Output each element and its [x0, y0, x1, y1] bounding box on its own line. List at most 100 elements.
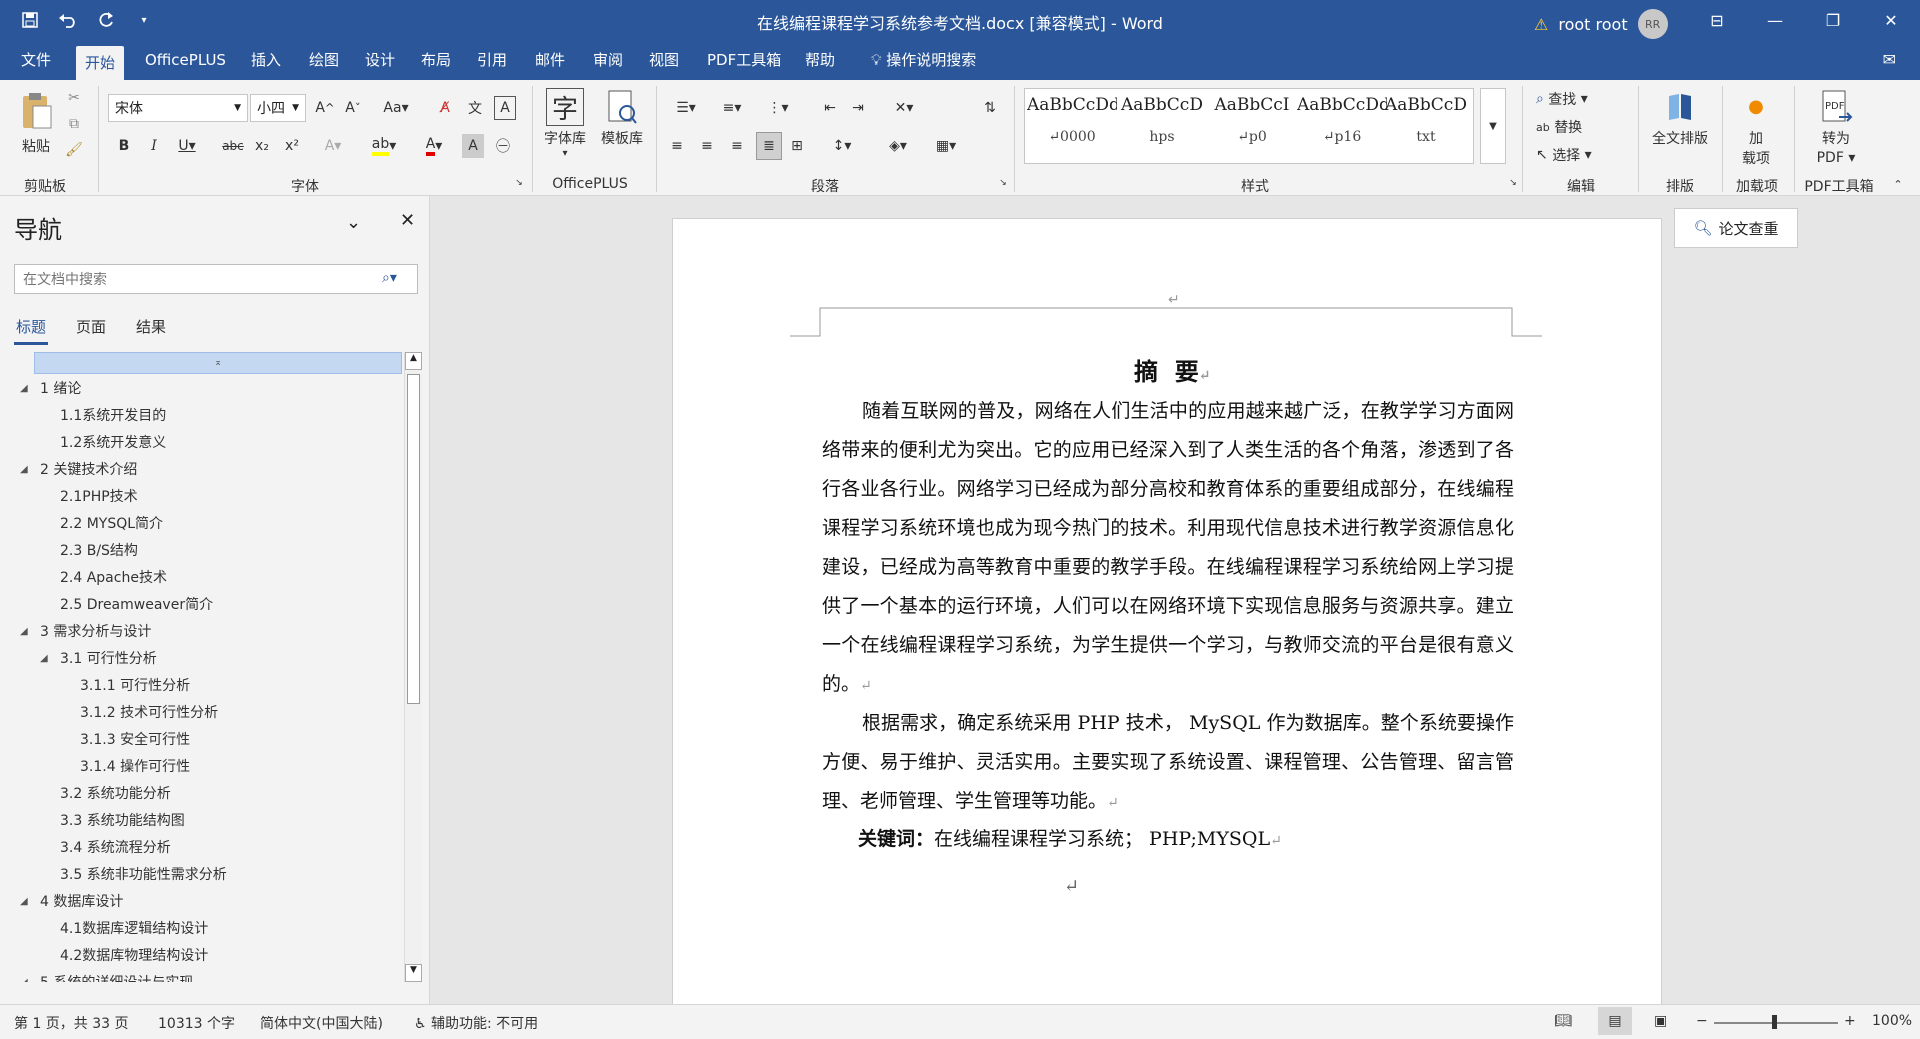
styles-dialog-launcher-icon[interactable]: ↘: [1506, 176, 1520, 190]
nav-close-icon[interactable]: ✕: [400, 210, 415, 231]
pdf-icon[interactable]: PDF: [1816, 88, 1856, 126]
justify-icon[interactable]: ≣: [756, 132, 782, 160]
tab-home[interactable]: 开始: [76, 46, 125, 80]
line-spacing-icon[interactable]: ↕▾: [822, 134, 862, 158]
bullets-icon[interactable]: ☰▾: [666, 96, 706, 120]
nav-heading-item[interactable]: 3.1.3 安全可行性: [12, 727, 402, 753]
nav-heading-item[interactable]: 2.2 MYSQL简介: [12, 511, 402, 537]
style-p0[interactable]: AaBbCcI ↵p0: [1207, 95, 1297, 145]
chinese-layout-icon[interactable]: ✕▾: [884, 96, 924, 120]
nav-heading-item[interactable]: 4.2数据库物理结构设计: [12, 943, 402, 969]
template-library-button[interactable]: 模板库: [594, 128, 650, 148]
enclose-char-icon[interactable]: ㊀: [492, 134, 514, 158]
tab-help[interactable]: 帮助: [796, 40, 844, 80]
expand-triangle-icon[interactable]: ◢: [20, 457, 28, 483]
cut-icon[interactable]: ✂: [64, 88, 84, 108]
nav-heading-item[interactable]: ◢ 5 系统的详细设计与实现: [12, 970, 402, 982]
font-library-button[interactable]: 字体库: [540, 128, 590, 148]
tell-me-search[interactable]: 💡︎ 操作说明搜索: [862, 40, 985, 80]
full-layout-button[interactable]: 全文排版: [1646, 128, 1714, 148]
font-color-icon[interactable]: A ▾: [414, 134, 454, 158]
align-right-icon[interactable]: ≡: [726, 134, 748, 158]
zoom-slider-thumb[interactable]: [1772, 1015, 1777, 1029]
zoom-level[interactable]: 100%: [1872, 1013, 1912, 1029]
tab-layout[interactable]: 布局: [412, 40, 460, 80]
tab-design[interactable]: 设计: [356, 40, 404, 80]
page-count[interactable]: 第 1 页，共 33 页: [14, 1013, 129, 1033]
nav-heading-item[interactable]: ◢ 3 需求分析与设计: [12, 619, 402, 645]
customize-qat-icon[interactable]: ▾: [132, 8, 156, 32]
nav-heading-item[interactable]: ◢ 1 绪论: [12, 376, 402, 402]
tab-mailings[interactable]: 邮件: [526, 40, 574, 80]
multilevel-list-icon[interactable]: ⋮▾: [758, 96, 798, 120]
nav-heading-item[interactable]: 2.1PHP技术: [12, 484, 402, 510]
collapse-ribbon-icon[interactable]: ⌃: [1890, 176, 1906, 192]
sort-icon[interactable]: ⇅: [978, 96, 1002, 120]
style-hps[interactable]: AaBbCcD hps: [1117, 95, 1207, 145]
nav-tab-pages[interactable]: 页面: [76, 316, 106, 337]
close-icon[interactable]: ✕: [1862, 0, 1920, 40]
subscript-icon[interactable]: x₂: [252, 134, 272, 158]
clear-format-icon[interactable]: A̸: [434, 96, 456, 120]
char-border-icon[interactable]: A: [494, 96, 516, 120]
restore-icon[interactable]: ❐: [1804, 0, 1862, 40]
char-shading-icon[interactable]: A: [462, 134, 484, 158]
format-painter-icon[interactable]: 🖌︎: [64, 140, 84, 160]
styles-more-icon[interactable]: ▼: [1480, 88, 1506, 164]
font-dialog-launcher-icon[interactable]: ↘: [512, 176, 526, 190]
chevron-down-icon[interactable]: ▾: [540, 146, 590, 160]
borders-icon[interactable]: ▦▾: [926, 134, 966, 158]
nav-heading-item[interactable]: 1.2系统开发意义: [12, 430, 402, 456]
style-txt[interactable]: AaBbCcD txt: [1381, 95, 1471, 145]
full-layout-icon[interactable]: [1660, 90, 1700, 124]
find-button[interactable]: ⌕ 查找 ▾: [1536, 88, 1626, 110]
expand-triangle-icon[interactable]: ◢: [20, 619, 28, 645]
share-icon[interactable]: ✉: [1883, 50, 1896, 69]
nav-options-icon[interactable]: ⌄: [346, 212, 361, 233]
underline-icon[interactable]: U▾: [172, 134, 202, 158]
convert-pdf-line2[interactable]: PDF ▾: [1806, 148, 1866, 168]
shading-icon[interactable]: ◈▾: [878, 134, 918, 158]
nav-heading-item[interactable]: 3.1.1 可行性分析: [12, 673, 402, 699]
nav-heading-item[interactable]: 4.1数据库逻辑结构设计: [12, 916, 402, 942]
superscript-icon[interactable]: x²: [282, 134, 302, 158]
distributed-icon[interactable]: ⊞: [786, 134, 808, 158]
tab-pdf-toolbox[interactable]: PDF工具箱: [698, 40, 790, 80]
nav-heading-item[interactable]: 2.5 Dreamweaver简介: [12, 592, 402, 618]
tab-references[interactable]: 引用: [468, 40, 516, 80]
nav-heading-item[interactable]: 1.1系统开发目的: [12, 403, 402, 429]
highlight-icon[interactable]: ab ▾: [364, 134, 404, 158]
replace-button[interactable]: ab 替换: [1536, 116, 1626, 138]
tab-officeplus[interactable]: OfficePLUS: [136, 40, 235, 80]
paragraph-dialog-launcher-icon[interactable]: ↘: [996, 176, 1010, 190]
accessibility-status[interactable]: ♿︎ 辅助功能: 不可用: [414, 1013, 538, 1033]
italic-icon[interactable]: I: [144, 134, 164, 158]
font-size-combo[interactable]: 小四 ▼: [250, 94, 306, 122]
grow-font-icon[interactable]: A ^: [314, 96, 336, 120]
nav-heading-item[interactable]: ◢ 4 数据库设计: [12, 889, 402, 915]
expand-triangle-icon[interactable]: ◢: [20, 889, 28, 915]
search-icon[interactable]: ⌕▾: [382, 270, 397, 286]
style-0000[interactable]: AaBbCcDd ↵0000: [1027, 95, 1117, 145]
expand-triangle-icon[interactable]: ◢: [20, 970, 28, 982]
redo-icon[interactable]: [94, 8, 118, 32]
nav-heading-item[interactable]: 3.4 系统流程分析: [12, 835, 402, 861]
paste-icon[interactable]: [14, 88, 58, 136]
nav-heading-item[interactable]: 3.2 系统功能分析: [12, 781, 402, 807]
user-account[interactable]: ⚠ root root RR: [1534, 9, 1668, 39]
nav-heading-item[interactable]: 2.4 Apache技术: [12, 565, 402, 591]
read-mode-icon[interactable]: 📖︎: [1554, 1013, 1572, 1029]
nav-heading-item[interactable]: 3.3 系统功能结构图: [12, 808, 402, 834]
bold-icon[interactable]: B: [114, 134, 134, 158]
save-icon[interactable]: [18, 8, 42, 32]
plagiarism-check-button[interactable]: 🔍︎ 论文查重: [1674, 208, 1798, 248]
tab-draw[interactable]: 绘图: [300, 40, 348, 80]
template-library-icon[interactable]: [604, 88, 640, 126]
change-case-icon[interactable]: Aa▾: [378, 96, 414, 120]
strikethrough-icon[interactable]: abc: [220, 134, 246, 158]
nav-heading-item[interactable]: 2.3 B/S结构: [12, 538, 402, 564]
paste-button[interactable]: 粘贴: [14, 136, 58, 156]
web-layout-icon[interactable]: ▣: [1654, 1013, 1667, 1029]
increase-indent-icon[interactable]: ⇥: [846, 96, 870, 120]
addin-dot-icon[interactable]: ●: [1744, 94, 1768, 118]
